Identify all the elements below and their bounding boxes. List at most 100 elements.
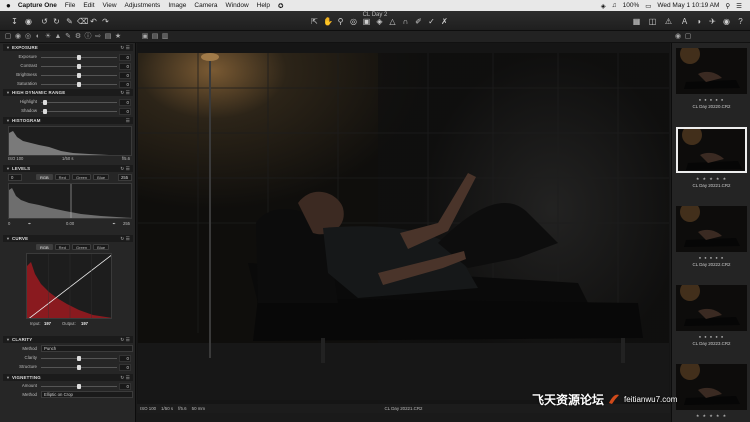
viewer-layout-2-icon[interactable]: ▤ <box>151 33 159 41</box>
levels-channel-blue[interactable]: Blue <box>93 174 110 180</box>
thumbnail-rating[interactable]: ● ● ● ● ● <box>676 97 747 102</box>
rotate-left-icon[interactable]: ↺ <box>40 17 49 26</box>
hdr-section-header[interactable]: ▼ HIGH DYNAMIC RANGE ↻ ☰ <box>3 89 133 96</box>
spotlight-search-icon[interactable]: ⚲ <box>725 2 730 10</box>
zoom-tool-icon[interactable]: ⚲ <box>336 17 345 26</box>
section-controls-icon[interactable]: ☰ <box>126 117 130 124</box>
menu-adjustments[interactable]: Adjustments <box>125 2 161 9</box>
slider-knob[interactable] <box>77 54 81 60</box>
image-viewer[interactable] <box>137 43 670 410</box>
thumbnail-rating[interactable]: ● ● ● ● ● <box>676 255 747 260</box>
slider-knob[interactable] <box>77 72 81 78</box>
slider-value[interactable]: 0 <box>119 62 131 70</box>
grid-view-icon[interactable]: ▦ <box>632 17 641 26</box>
slider-value[interactable]: 0 <box>119 53 131 61</box>
slider-knob[interactable] <box>77 81 81 87</box>
section-controls-icon[interactable]: ↻ ☰ <box>120 235 130 242</box>
lens-tab-icon[interactable]: ◎ <box>24 33 32 41</box>
levels-output-mid[interactable]: 0.00 <box>66 221 74 226</box>
slider-track[interactable] <box>41 102 117 103</box>
thumbnail[interactable]: ★ ★ ★ ★ ★ CL Day 20221.CR2 <box>676 127 747 188</box>
browser-size-icon[interactable]: ▢ <box>684 33 692 41</box>
menu-edit[interactable]: Edit <box>83 2 94 9</box>
details-tab-icon[interactable]: ▲ <box>54 33 62 41</box>
viewer-layout-icon[interactable]: ▣ <box>141 33 149 41</box>
slider-knob[interactable] <box>42 108 47 114</box>
thumbnail[interactable]: ● ● ● ● ● CL Day 20223.CR2 <box>676 285 747 346</box>
hand-tool-icon[interactable]: ✋ <box>323 17 333 26</box>
menu-window[interactable]: Window <box>226 2 249 9</box>
collapse-triangle-icon[interactable]: ▼ <box>6 89 10 96</box>
battery-level[interactable]: 100% <box>623 2 640 9</box>
levels-input-white[interactable]: 255 <box>118 174 132 181</box>
menu-file[interactable]: File <box>65 2 75 9</box>
exposure-tab-icon[interactable]: ☀ <box>44 33 52 41</box>
collapse-triangle-icon[interactable]: ▼ <box>6 235 10 242</box>
help-icon[interactable]: ? <box>736 17 745 26</box>
undo-icon[interactable]: ↶ <box>89 17 98 26</box>
curve-channel-red[interactable]: Red <box>54 244 71 250</box>
clarity-section-header[interactable]: ▼ CLARITY ↻ ☰ <box>3 336 133 343</box>
color-tab-icon[interactable]: ◐ <box>34 33 42 41</box>
white-picker-icon[interactable]: ✒ <box>112 221 116 226</box>
notification-center-icon[interactable]: ☰ <box>736 2 742 10</box>
section-controls-icon[interactable]: ↻ ☰ <box>120 165 130 172</box>
compare-icon[interactable]: ◫ <box>648 17 657 26</box>
vignetting-method-select[interactable]: Elliptic on Crop <box>41 391 133 398</box>
black-picker-icon[interactable]: ✒ <box>28 221 32 226</box>
eye-icon[interactable]: ◉ <box>722 17 731 26</box>
levels-channel-green[interactable]: Green <box>72 174 92 180</box>
loupe-tool-icon[interactable]: ◎ <box>349 17 358 26</box>
apple-menu-icon[interactable]: ● <box>6 1 11 10</box>
histogram-section-header[interactable]: ▼ HISTOGRAM ☰ <box>3 117 133 124</box>
wifi-icon[interactable]: ◈ <box>601 2 606 10</box>
levels-section-header[interactable]: ▼ LEVELS ↻ ☰ <box>3 165 133 172</box>
thumbnail-image[interactable] <box>676 48 747 94</box>
local-adjust-tab-icon[interactable]: ✎ <box>64 33 72 41</box>
levels-channel-rgb[interactable]: RGB <box>36 174 53 180</box>
photo-image[interactable] <box>138 53 669 400</box>
brush-tool-icon[interactable]: ✐ <box>414 17 423 26</box>
curve-channel-rgb[interactable]: RGB <box>36 244 53 250</box>
picker-tool-icon[interactable]: ✓ <box>427 17 436 26</box>
slider-value[interactable]: 0 <box>119 98 131 106</box>
menu-clock[interactable]: Wed May 1 10:19 AM <box>657 2 719 9</box>
slider-value[interactable]: 0 <box>119 80 131 88</box>
menu-image[interactable]: Image <box>168 2 186 9</box>
output-tab-icon[interactable]: ⇨ <box>94 33 102 41</box>
proof-icon[interactable]: ✈ <box>708 17 717 26</box>
pan-tool-icon[interactable]: ⇱ <box>310 17 319 26</box>
slider-value[interactable]: 0 <box>119 354 131 362</box>
exposure-section-header[interactable]: ▼ EXPOSURE ↻ ☰ <box>3 44 133 51</box>
slider-knob[interactable] <box>77 364 81 370</box>
slider-track[interactable] <box>41 111 117 112</box>
thumbnail-image[interactable] <box>676 206 747 252</box>
menu-camera[interactable]: Camera <box>194 2 217 9</box>
adjustments-tab-icon[interactable]: ⚙ <box>74 33 82 41</box>
script-menu-icon[interactable]: ✪ <box>278 2 283 10</box>
section-controls-icon[interactable]: ↻ ☰ <box>120 44 130 51</box>
thumbnail-rating[interactable]: ● ● ● ● ● <box>676 334 747 339</box>
capture-icon[interactable]: ◉ <box>24 17 33 26</box>
quick-tab-icon[interactable]: ★ <box>114 33 122 41</box>
crop-tool-icon[interactable]: ▣ <box>362 17 371 26</box>
import-icon[interactable]: ↧ <box>10 17 19 26</box>
levels-input-black[interactable]: 0 <box>8 174 22 181</box>
copy-adjustments-icon[interactable]: ✎ <box>65 17 74 26</box>
collapse-triangle-icon[interactable]: ▼ <box>6 374 10 381</box>
collapse-triangle-icon[interactable]: ▼ <box>6 336 10 343</box>
menu-help[interactable]: Help <box>257 2 270 9</box>
slider-value[interactable]: 0 <box>119 382 131 390</box>
levels-graph[interactable] <box>8 183 132 219</box>
section-controls-icon[interactable]: ↻ ☰ <box>120 374 130 381</box>
slider-knob[interactable] <box>77 63 81 69</box>
browser-mode-icon[interactable]: ◉ <box>674 33 682 41</box>
levels-output-white[interactable]: 255 <box>123 221 130 226</box>
curve-channel-blue[interactable]: Blue <box>93 244 110 250</box>
metadata-tab-icon[interactable]: ⓘ <box>84 33 92 41</box>
volume-icon[interactable]: ♫ <box>612 2 617 9</box>
slider-value[interactable]: 0 <box>119 107 131 115</box>
slider-value[interactable]: 0 <box>119 71 131 79</box>
capture-tab-icon[interactable]: ◉ <box>14 33 22 41</box>
straighten-tool-icon[interactable]: ◈ <box>375 17 384 26</box>
